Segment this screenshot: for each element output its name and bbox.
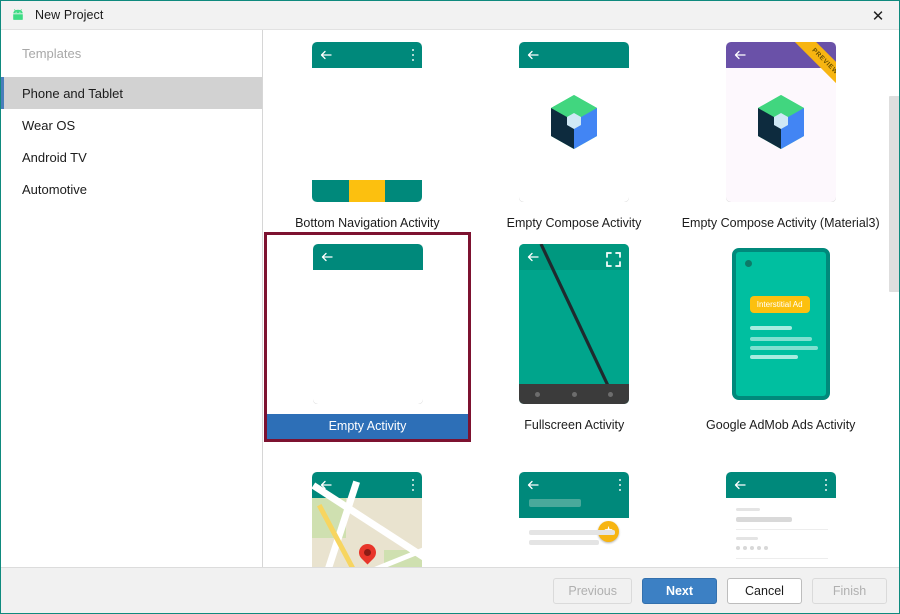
overflow-menu-icon bbox=[825, 479, 828, 491]
template-cell-empty-activity[interactable]: Empty Activity bbox=[264, 232, 471, 442]
template-label: Google AdMob Ads Activity bbox=[706, 418, 856, 432]
camera-dot bbox=[744, 260, 752, 267]
template-thumbnail: Interstitial Ad bbox=[726, 244, 836, 404]
back-arrow-icon bbox=[528, 252, 539, 262]
template-cell-empty-compose-activity-material3[interactable]: PREVIEW Empty Compose Activity (Material… bbox=[677, 30, 884, 230]
next-button[interactable]: Next bbox=[642, 577, 717, 604]
back-arrow-icon bbox=[734, 50, 746, 60]
overflow-menu-icon bbox=[618, 479, 621, 491]
preview-ribbon-label: PREVIEW bbox=[791, 42, 836, 94]
back-arrow-icon bbox=[734, 480, 746, 490]
title-bar: New Project ✕ bbox=[1, 1, 899, 30]
window-title: New Project bbox=[35, 8, 104, 22]
overflow-menu-icon bbox=[411, 49, 414, 61]
sidebar-item-label: Wear OS bbox=[22, 117, 76, 133]
template-label: Bottom Navigation Activity bbox=[295, 216, 440, 230]
template-thumbnail bbox=[312, 42, 423, 202]
sidebar-item-label: Automotive bbox=[22, 181, 88, 197]
fullscreen-expand-icon bbox=[606, 252, 622, 267]
preview-ribbon: PREVIEW bbox=[784, 42, 836, 94]
sidebar-item-wear-os[interactable]: Wear OS bbox=[1, 109, 262, 141]
template-row: Empty Activity Fullscreen Activity Inter… bbox=[264, 232, 884, 442]
template-cell-fullscreen-activity[interactable]: Fullscreen Activity bbox=[471, 232, 678, 442]
new-project-dialog: New Project ✕ Templates Phone and Tablet… bbox=[0, 0, 900, 614]
back-arrow-icon bbox=[321, 252, 333, 262]
jetpack-compose-logo-icon bbox=[757, 95, 804, 149]
sidebar-item-android-tv[interactable]: Android TV bbox=[1, 141, 262, 173]
bottom-navigation-bar bbox=[312, 180, 423, 202]
back-arrow-icon bbox=[321, 50, 332, 60]
template-thumbnail bbox=[725, 472, 836, 569]
template-grid[interactable]: No Activity Basic Activity Basic Activit… bbox=[264, 30, 899, 569]
vertical-scrollbar[interactable] bbox=[888, 30, 899, 569]
diagonal-decoration bbox=[519, 244, 630, 393]
back-arrow-icon bbox=[527, 50, 539, 60]
sidebar-item-phone-and-tablet[interactable]: Phone and Tablet bbox=[1, 77, 262, 109]
android-robot-icon bbox=[10, 7, 26, 23]
dialog-body: Templates Phone and Tablet Wear OS Andro… bbox=[1, 30, 899, 569]
template-cell-google-maps-activity[interactable] bbox=[264, 460, 471, 569]
sidebar-header: Templates bbox=[22, 46, 82, 61]
template-row: Bottom Navigation Activity Empty Compose… bbox=[264, 30, 884, 230]
interstitial-ad-badge: Interstitial Ad bbox=[749, 296, 810, 313]
template-thumbnail bbox=[519, 42, 629, 202]
sidebar: Templates Phone and Tablet Wear OS Andro… bbox=[1, 30, 263, 569]
template-label: Empty Activity bbox=[267, 414, 468, 439]
close-icon[interactable]: ✕ bbox=[855, 1, 899, 30]
cancel-button[interactable]: Cancel bbox=[727, 577, 802, 604]
template-thumbnail: ★ bbox=[519, 472, 629, 569]
overflow-menu-icon bbox=[411, 479, 414, 491]
map-marker-icon bbox=[355, 540, 380, 565]
finish-button[interactable]: Finish bbox=[812, 577, 887, 604]
dialog-footer: Previous Next Cancel Finish bbox=[1, 567, 899, 613]
template-thumbnail: PREVIEW bbox=[725, 42, 836, 202]
template-thumbnail bbox=[312, 244, 423, 404]
template-thumbnail bbox=[519, 244, 630, 404]
template-label: Fullscreen Activity bbox=[524, 418, 625, 432]
template-label: Empty Compose Activity (Material3) bbox=[681, 216, 880, 230]
template-label: Empty Compose Activity bbox=[506, 216, 642, 230]
jetpack-compose-logo-icon bbox=[551, 95, 597, 149]
template-cell-google-admob-ads-activity[interactable]: Interstitial Ad Google AdMob Ads Activit… bbox=[678, 232, 885, 442]
template-cell-fab-activity[interactable]: ★ bbox=[471, 460, 678, 569]
sidebar-item-automotive[interactable]: Automotive bbox=[1, 173, 262, 205]
template-cell-bottom-navigation-activity[interactable]: Bottom Navigation Activity bbox=[264, 30, 471, 230]
previous-button[interactable]: Previous bbox=[553, 577, 632, 604]
back-arrow-icon bbox=[527, 480, 539, 490]
sidebar-item-label: Phone and Tablet bbox=[22, 85, 123, 101]
map-preview bbox=[312, 480, 423, 569]
template-cell-empty-compose-activity[interactable]: Empty Compose Activity bbox=[471, 30, 678, 230]
system-nav-bar bbox=[519, 384, 630, 404]
scrollbar-thumb[interactable] bbox=[889, 96, 899, 292]
template-row-partial: ★ bbox=[264, 460, 884, 569]
template-cell-list-detail-activity[interactable] bbox=[677, 460, 884, 569]
template-thumbnail bbox=[312, 472, 423, 569]
sidebar-item-label: Android TV bbox=[22, 149, 87, 165]
